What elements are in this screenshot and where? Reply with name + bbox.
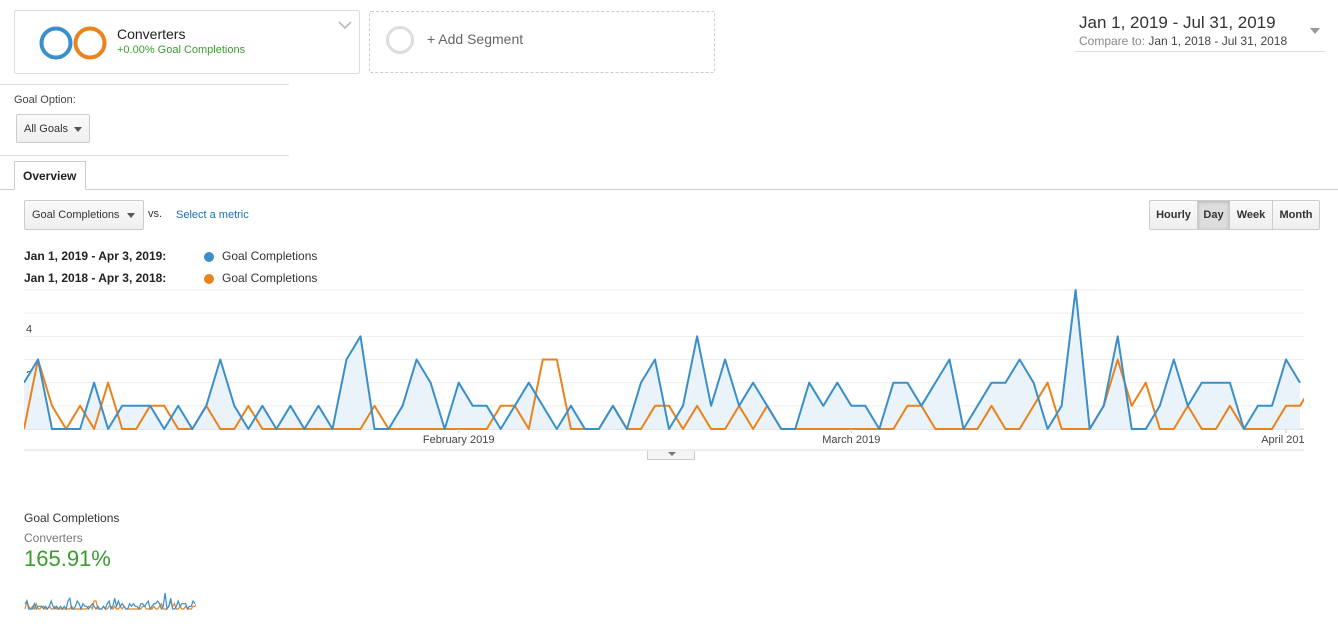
chevron-down-icon[interactable]: [337, 17, 353, 33]
date-range-compare[interactable]: Compare to: Jan 1, 2018 - Jul 31, 2018: [1079, 34, 1287, 48]
compare-prefix: Compare to:: [1079, 34, 1146, 48]
chevron-down-icon: [668, 452, 676, 456]
compare-value: Jan 1, 2018 - Jul 31, 2018: [1148, 34, 1288, 48]
date-range-divider: [1075, 51, 1325, 52]
sparkline-series-0: [24, 592, 196, 611]
y-tick-label: 6: [26, 286, 32, 289]
tab-label: Overview: [23, 169, 77, 183]
granularity-hourly-button[interactable]: Hourly: [1149, 200, 1198, 230]
select-metric-link[interactable]: Select a metric: [176, 209, 249, 221]
add-segment-label: + Add Segment: [427, 31, 524, 47]
granularity-day-button[interactable]: Day: [1197, 200, 1230, 230]
granularity-week-button[interactable]: Week: [1229, 200, 1273, 230]
goal-completions-chart[interactable]: 246February 2019March 2019April 2019: [24, 286, 1304, 452]
segment-name: Converters: [117, 26, 186, 42]
legend-dot-icon: [204, 252, 214, 262]
goal-option-value: All Goals: [24, 123, 69, 135]
segment-rings-icon: [39, 26, 107, 60]
legend-metric: Goal Completions: [222, 271, 318, 285]
divider: [0, 155, 289, 156]
chart-collapse-handle[interactable]: [647, 451, 695, 460]
summary-value: 165.91%: [24, 546, 111, 571]
add-segment-circle-icon: [386, 26, 414, 54]
goal-option-select[interactable]: All Goals: [16, 114, 90, 143]
date-range-caret-icon[interactable]: [1310, 28, 1320, 34]
granularity-month-button[interactable]: Month: [1272, 200, 1320, 230]
x-tick-label: February 2019: [423, 434, 495, 446]
legend-range: Jan 1, 2018 - Apr 3, 2018:: [24, 271, 167, 285]
legend-metric: Goal Completions: [222, 249, 318, 263]
add-segment-button[interactable]: + Add Segment: [369, 11, 715, 73]
divider: [0, 84, 289, 85]
legend-dot-icon: [204, 274, 214, 284]
x-tick-label: March 2019: [822, 434, 880, 446]
goal-option-label: Goal Option:: [14, 94, 76, 106]
metric-select-value: Goal Completions: [32, 209, 120, 221]
x-tick-label: April 2019: [1261, 434, 1304, 446]
segment-card[interactable]: Converters +0.00% Goal Completions: [14, 10, 360, 74]
summary-segment-name: Converters: [24, 531, 83, 545]
dropdown-caret-icon: [74, 127, 82, 132]
summary-metric-title: Goal Completions: [24, 511, 120, 525]
legend-range: Jan 1, 2019 - Apr 3, 2019:: [24, 249, 167, 263]
vs-label: vs.: [148, 208, 163, 220]
metric-select[interactable]: Goal Completions: [24, 200, 144, 230]
dropdown-caret-icon: [127, 213, 135, 218]
tab-bar-line: [0, 189, 1338, 190]
segment-stat: +0.00% Goal Completions: [117, 44, 246, 56]
summary-sparkline: [24, 592, 196, 611]
date-range-main[interactable]: Jan 1, 2019 - Jul 31, 2019: [1079, 13, 1276, 33]
tab-overview[interactable]: Overview: [14, 161, 86, 190]
y-tick-label: 4: [26, 323, 32, 335]
